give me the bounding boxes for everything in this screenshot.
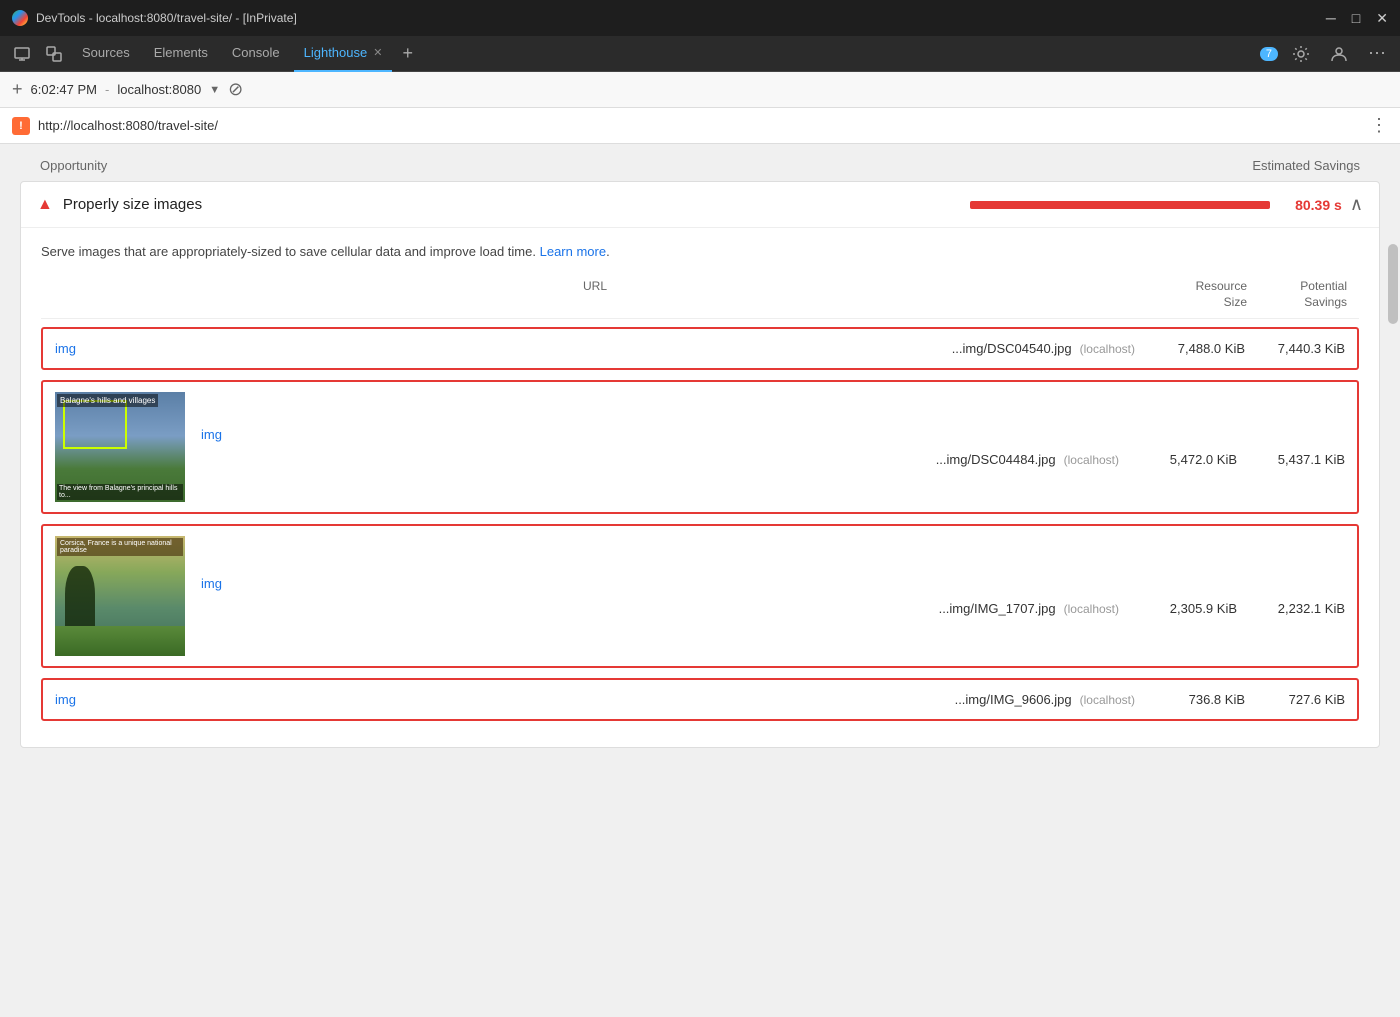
table-row: img ...img/DSC04540.jpg (localhost) 7,48… (41, 327, 1359, 370)
potential-savings-row4: 727.6 KiB (1245, 692, 1345, 707)
address-time: 6:02:47 PM (31, 82, 98, 97)
security-icon-label: ! (19, 120, 23, 132)
estimated-savings-header: Estimated Savings (1252, 158, 1360, 173)
host-row3: (localhost) (1064, 602, 1119, 616)
tab-elements-label: Elements (154, 45, 208, 60)
address-bar: + 6:02:47 PM - localhost:8080 ▼ ⊘ (0, 72, 1400, 108)
img-link-row2[interactable]: img (201, 427, 222, 442)
col-header-potential-savings: Potential Savings (1247, 279, 1347, 310)
tab-lighthouse-label: Lighthouse (304, 45, 368, 60)
audit-savings: 80.39 s (1282, 197, 1342, 213)
maximize-button[interactable]: □ (1352, 10, 1360, 27)
col-header-resource-size: Resource Size (1137, 279, 1247, 310)
table-row: img ...img/IMG_9606.jpg (localhost) 736.… (41, 678, 1359, 721)
url-more-button[interactable]: ⋮ (1370, 115, 1388, 136)
thumbnail-row2: Balagne's hills and villages The view fr… (55, 392, 185, 502)
title-bar-controls: ─ □ ✕ (1326, 10, 1388, 27)
tab-console-label: Console (232, 45, 280, 60)
screencast-icon[interactable] (8, 42, 36, 66)
tab-sources-label: Sources (82, 45, 130, 60)
url-text: http://localhost:8080/travel-site/ (38, 118, 1362, 133)
audit-bar-container (970, 201, 1270, 209)
learn-more-link[interactable]: Learn more (540, 244, 606, 259)
url-row: ! http://localhost:8080/travel-site/ ⋮ (0, 108, 1400, 144)
audit-body: Serve images that are appropriately-size… (21, 228, 1379, 747)
filename-row2: ...img/DSC04484.jpg (936, 452, 1056, 467)
host-row4: (localhost) (1080, 693, 1135, 707)
tab-sources[interactable]: Sources (72, 36, 140, 72)
host-row2: (localhost) (1064, 453, 1119, 467)
address-separator: - (105, 82, 109, 97)
scrollbar[interactable] (1386, 144, 1400, 1017)
table-row: Corsica, France is a unique national par… (41, 524, 1359, 668)
tab-lighthouse[interactable]: Lighthouse ✕ (294, 36, 393, 72)
resource-size-row3: 2,305.9 KiB (1127, 601, 1237, 616)
title-bar: DevTools - localhost:8080/travel-site/ -… (0, 0, 1400, 36)
potential-savings-row1: 7,440.3 KiB (1245, 341, 1345, 356)
resource-size-row1: 7,488.0 KiB (1135, 341, 1245, 356)
add-tab-button[interactable]: + (396, 39, 419, 68)
audit-progress-bar (970, 201, 1270, 209)
devtools-tab-bar: Sources Elements Console Lighthouse ✕ + … (0, 36, 1400, 72)
audit-card: ▲ Properly size images 80.39 s ∧ Serve i… (20, 181, 1380, 748)
img-link-row1[interactable]: img (55, 341, 76, 356)
potential-savings-row3: 2,232.1 KiB (1245, 601, 1345, 616)
audit-description: Serve images that are appropriately-size… (41, 244, 1359, 259)
opportunity-header: Opportunity (40, 158, 107, 173)
resource-size-row4: 736.8 KiB (1135, 692, 1245, 707)
notification-badge: 7 (1260, 47, 1278, 61)
tab-lighthouse-close[interactable]: ✕ (373, 46, 382, 59)
results-table-header: URL Resource Size Potential Savings (41, 275, 1359, 319)
filename-row1: ...img/DSC04540.jpg (952, 341, 1072, 356)
table-header-row: Opportunity Estimated Savings (0, 154, 1400, 181)
filename-row4: ...img/IMG_9606.jpg (955, 692, 1072, 707)
devtools-icon (12, 10, 28, 26)
settings-icon[interactable] (1286, 41, 1316, 67)
title-bar-text: DevTools - localhost:8080/travel-site/ -… (36, 11, 297, 25)
inspect-icon[interactable] (40, 42, 68, 66)
filename-row3: ...img/IMG_1707.jpg (939, 601, 1056, 616)
security-icon: ! (12, 117, 30, 135)
title-bar-left: DevTools - localhost:8080/travel-site/ -… (12, 10, 297, 26)
address-host: localhost:8080 (117, 82, 201, 97)
audit-title: Properly size images (63, 196, 970, 213)
host-row1: (localhost) (1080, 342, 1135, 356)
warning-triangle-icon: ▲ (37, 196, 53, 214)
more-icon[interactable]: ⋯ (1362, 39, 1392, 68)
potential-savings-row2: 5,437.1 KiB (1245, 452, 1345, 467)
img-link-row3[interactable]: img (201, 576, 222, 591)
main-content: Opportunity Estimated Savings ▲ Properly… (0, 144, 1400, 1017)
address-cancel-icon[interactable]: ⊘ (228, 79, 243, 100)
thumbnail-row3: Corsica, France is a unique national par… (55, 536, 185, 656)
minimize-button[interactable]: ─ (1326, 10, 1336, 27)
resource-size-row2: 5,472.0 KiB (1127, 452, 1237, 467)
add-icon[interactable]: + (12, 79, 23, 100)
col-header-url: URL (53, 279, 1137, 310)
devtools-tabs-right: 7 ⋯ (1260, 39, 1392, 68)
scrollbar-thumb[interactable] (1388, 244, 1398, 324)
audit-header: ▲ Properly size images 80.39 s ∧ (21, 182, 1379, 228)
collapse-chevron-icon[interactable]: ∧ (1350, 194, 1363, 215)
tab-elements[interactable]: Elements (144, 36, 218, 72)
close-button[interactable]: ✕ (1376, 10, 1388, 27)
profile-icon[interactable] (1324, 41, 1354, 67)
tab-console[interactable]: Console (222, 36, 290, 72)
table-row: Balagne's hills and villages The view fr… (41, 380, 1359, 514)
img-link-row4[interactable]: img (55, 692, 76, 707)
address-dropdown-icon[interactable]: ▼ (209, 84, 220, 96)
